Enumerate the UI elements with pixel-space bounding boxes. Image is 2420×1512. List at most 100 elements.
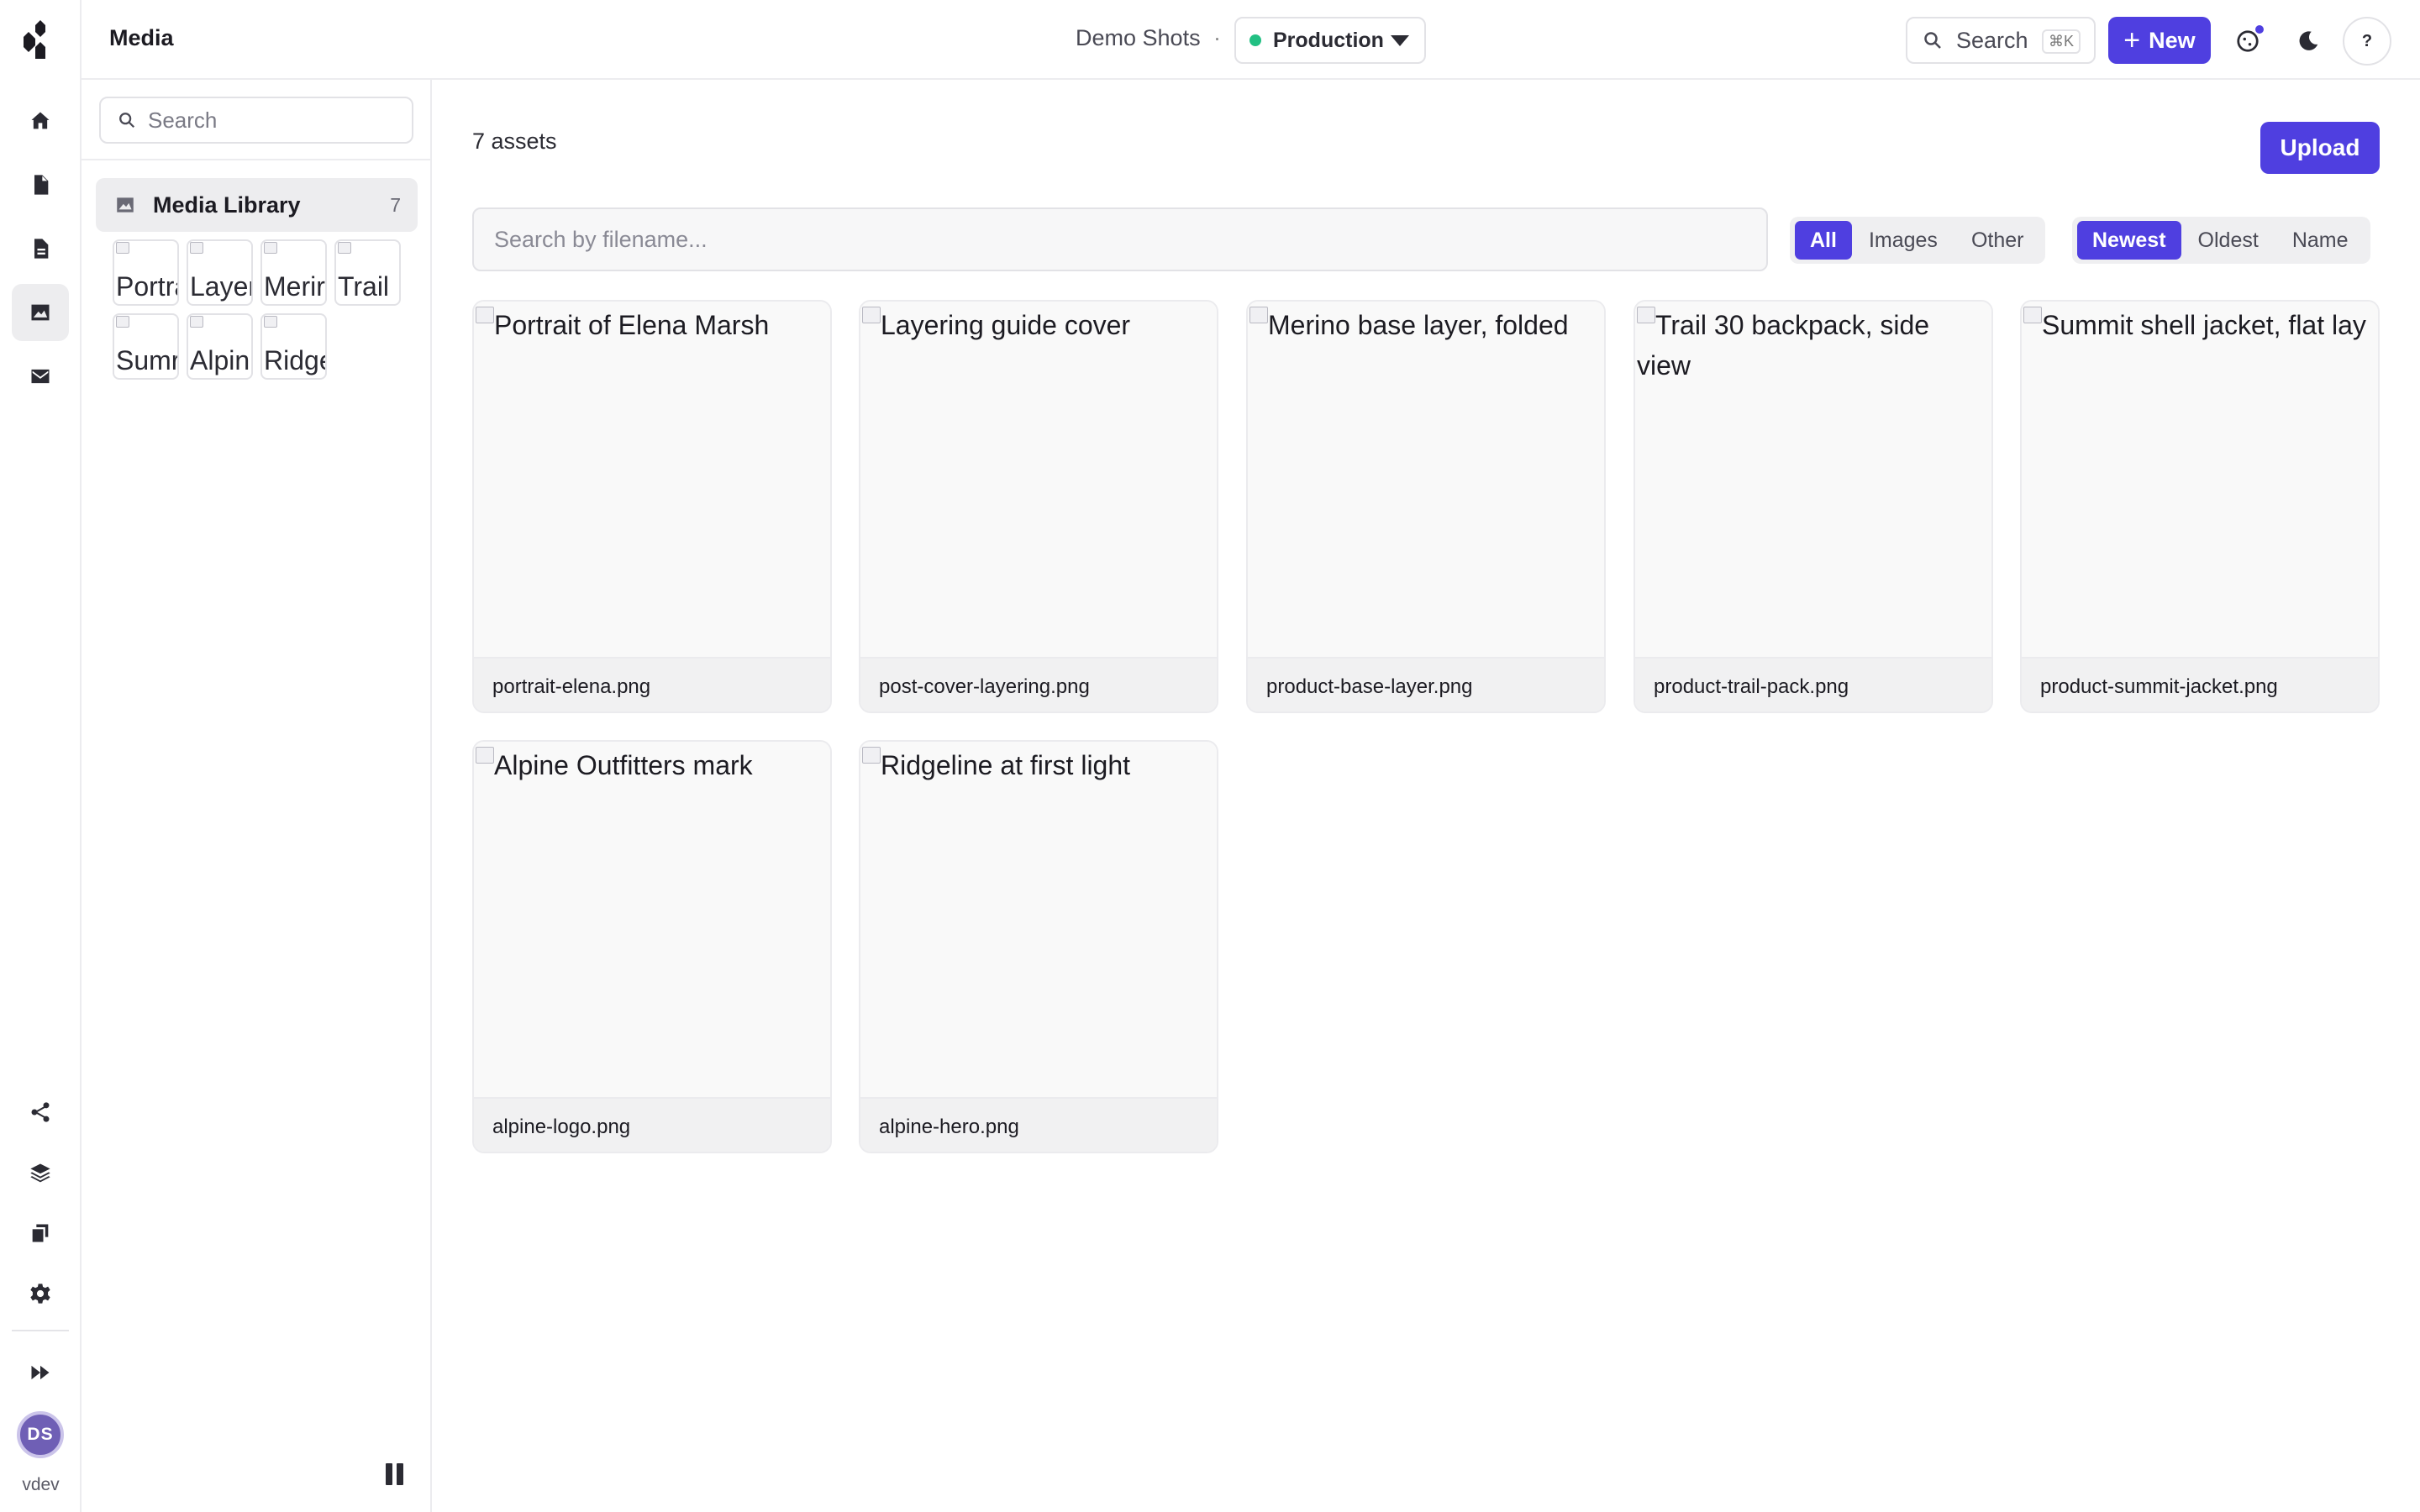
- sort-newest[interactable]: Newest: [2077, 221, 2181, 260]
- avatar[interactable]: DS: [17, 1411, 64, 1458]
- environment-select[interactable]: Production: [1234, 17, 1426, 64]
- asset-card[interactable]: Summit shell jacket, flat lay product-su…: [2020, 300, 2380, 713]
- asset-alt-text: Portrait of Elena Marsh: [494, 310, 770, 340]
- theme-toggle-button[interactable]: [2284, 17, 2333, 66]
- home-icon: [31, 112, 50, 129]
- nav-home[interactable]: [12, 92, 69, 150]
- broken-image-icon: [476, 747, 494, 764]
- search-icon: [119, 113, 135, 129]
- icon-rail: DS vdev: [0, 0, 82, 1512]
- thumbnail-alt: Merir: [264, 271, 325, 302]
- nav-expand[interactable]: [12, 1344, 69, 1401]
- broken-image-icon: [1637, 307, 1655, 323]
- asset-card[interactable]: Merino base layer, folded product-base-l…: [1246, 300, 1606, 713]
- nav-mail[interactable]: [12, 348, 69, 405]
- chevron-down-icon: [1391, 35, 1409, 46]
- sidebar-thumbnail[interactable]: Trail: [334, 239, 401, 306]
- nav-copy[interactable]: [12, 1205, 69, 1262]
- broken-image-icon: [264, 242, 277, 254]
- sidebar-item-label: Media Library: [153, 192, 301, 218]
- asset-alt-text: Ridgeline at first light: [881, 750, 1131, 780]
- pause-bar: [386, 1463, 392, 1485]
- asset-card[interactable]: Trail 30 backpack, side view product-tra…: [1634, 300, 1993, 713]
- broken-image-icon: [338, 242, 351, 254]
- asset-filename: alpine-logo.png: [474, 1097, 830, 1152]
- global-search-label: Search: [1956, 27, 2028, 53]
- settings-icon: [30, 1284, 50, 1304]
- global-search-button[interactable]: Search ⌘K: [1906, 17, 2096, 64]
- nav-layers[interactable]: [12, 1144, 69, 1201]
- help-icon: ?: [2361, 31, 2373, 50]
- thumbnail-alt: Trail: [338, 271, 390, 302]
- asset-image: Layering guide cover: [860, 302, 1217, 657]
- filter-images[interactable]: Images: [1852, 221, 1954, 260]
- nav-pages[interactable]: [12, 220, 69, 277]
- fast-forward-icon: [31, 1365, 50, 1380]
- sort-control: Newest Oldest Name: [2072, 217, 2370, 264]
- filter-other[interactable]: Other: [1954, 221, 2041, 260]
- broken-image-icon: [116, 242, 129, 254]
- nav-settings[interactable]: [12, 1265, 69, 1322]
- breadcrumb-separator: ·: [1213, 25, 1221, 50]
- page-title: Media: [109, 25, 174, 50]
- app-logo-icon[interactable]: [24, 20, 57, 59]
- media-sidebar: Media Library 7 Portra Layer Merir Trail…: [82, 80, 432, 1512]
- asset-count: 7 assets: [472, 129, 557, 154]
- page-icon: [34, 239, 49, 259]
- sidebar-item-media-library[interactable]: Media Library 7: [96, 178, 418, 232]
- environment-label: Production: [1273, 28, 1384, 52]
- copy-icon: [32, 1224, 49, 1242]
- sidebar-thumbnail[interactable]: Sumr: [113, 313, 179, 380]
- sidebar-item-count: 7: [390, 193, 401, 216]
- sidebar-thumbnail[interactable]: Alpin: [187, 313, 253, 380]
- upload-button[interactable]: Upload: [2260, 122, 2380, 174]
- rail-divider: [12, 1330, 69, 1331]
- sidebar-thumbnail[interactable]: Merir: [260, 239, 327, 306]
- asset-filename: product-summit-jacket.png: [2022, 657, 2378, 711]
- broken-image-icon: [264, 316, 277, 328]
- broken-image-icon: [1249, 307, 1268, 323]
- sort-name[interactable]: Name: [2275, 221, 2365, 260]
- asset-image: Ridgeline at first light: [860, 742, 1217, 1097]
- asset-card[interactable]: Alpine Outfitters mark alpine-logo.png: [472, 740, 832, 1153]
- avatar-initials: DS: [27, 1425, 54, 1444]
- thumbnail-alt: Ridge: [264, 345, 325, 375]
- project-name[interactable]: Demo Shots: [1076, 25, 1201, 51]
- new-button[interactable]: + New: [2108, 17, 2211, 64]
- broken-image-icon: [190, 242, 203, 254]
- media-icon: [31, 304, 50, 321]
- plus-icon: +: [2123, 24, 2141, 56]
- sort-oldest[interactable]: Oldest: [2181, 221, 2275, 260]
- sidebar-thumbnail[interactable]: Ridge: [260, 313, 327, 380]
- nav-media[interactable]: [12, 284, 69, 341]
- sidebar-thumbnail[interactable]: Layer: [187, 239, 253, 306]
- asset-image: Merino base layer, folded: [1248, 302, 1604, 657]
- search-shortcut: ⌘K: [2041, 29, 2081, 54]
- share-icon: [31, 1102, 50, 1122]
- sidebar-search[interactable]: [99, 97, 413, 144]
- new-button-label: New: [2149, 27, 2196, 53]
- asset-alt-text: Alpine Outfitters mark: [494, 750, 753, 780]
- sidebar-search-input[interactable]: [148, 107, 392, 134]
- filter-all[interactable]: All: [1795, 221, 1852, 260]
- collapse-sidebar-button[interactable]: [386, 1463, 404, 1485]
- asset-card[interactable]: Portrait of Elena Marsh portrait-elena.p…: [472, 300, 832, 713]
- nav-share[interactable]: [12, 1084, 69, 1141]
- broken-image-icon: [862, 307, 881, 323]
- asset-card[interactable]: Ridgeline at first light alpine-hero.png: [859, 740, 1218, 1153]
- filename-search-input[interactable]: [472, 207, 1768, 271]
- nav-documents[interactable]: [12, 156, 69, 213]
- asset-image: Portrait of Elena Marsh: [474, 302, 830, 657]
- broken-image-icon: [862, 747, 881, 764]
- notifications-button[interactable]: [2223, 17, 2272, 66]
- asset-filename: product-base-layer.png: [1248, 657, 1604, 711]
- sidebar-thumbnail[interactable]: Portra: [113, 239, 179, 306]
- help-button[interactable]: ?: [2343, 17, 2391, 66]
- broken-image-icon: [116, 316, 129, 328]
- media-main: 7 assets Upload All Images Other Newest …: [432, 80, 2420, 1512]
- type-filter: All Images Other: [1790, 217, 2046, 264]
- asset-card[interactable]: Layering guide cover post-cover-layering…: [859, 300, 1218, 713]
- asset-alt-text: Layering guide cover: [881, 310, 1131, 340]
- asset-alt-text: Trail 30 backpack, side view: [1637, 310, 1930, 381]
- document-icon: [34, 175, 49, 195]
